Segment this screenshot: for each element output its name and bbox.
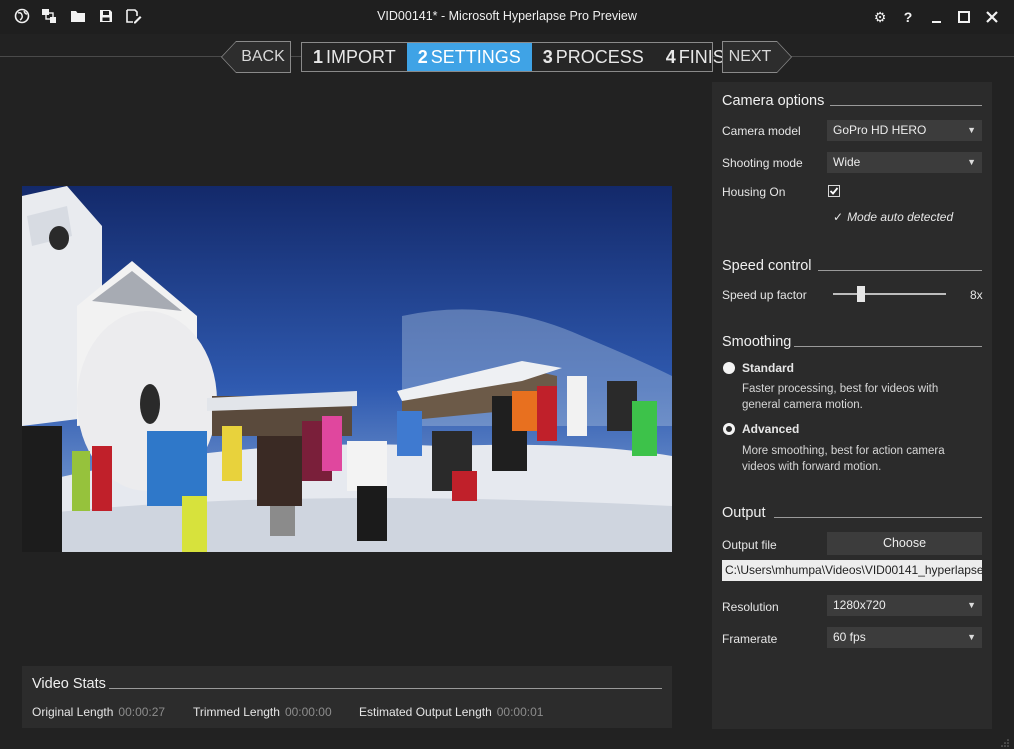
checkmark-icon [829,187,839,195]
advanced-label: Advanced [742,422,800,436]
camera-model-dropdown[interactable]: GoPro HD HERO ▼ [827,120,982,141]
resolution-label: Resolution [722,600,779,614]
divider [818,270,982,271]
speed-control-title: Speed control [722,258,812,274]
camera-model-value: GoPro HD HERO [833,123,927,137]
step-number: 4 [665,47,676,67]
maximize-icon[interactable] [954,7,974,27]
housing-on-checkbox[interactable] [828,185,840,197]
divider [774,517,982,518]
camera-options-title: Camera options [722,93,825,109]
estimated-output-length-stat: Estimated Output Length 00:00:01 [359,705,543,719]
estimated-output-length-value: 00:00:01 [496,705,544,719]
shooting-mode-value: Wide [833,155,861,169]
resolution-value: 1280x720 [833,598,886,612]
smoothing-title: Smoothing [722,334,792,350]
output-title: Output [722,505,766,521]
close-icon[interactable] [982,7,1002,27]
speed-slider-track[interactable] [833,293,946,295]
settings-panel: Camera options Camera model GoPro HD HER… [712,82,992,729]
trimmed-length-value: 00:00:00 [284,705,332,719]
choose-button[interactable]: Choose [827,532,982,555]
chevron-down-icon: ▼ [967,600,976,610]
step-number: 3 [542,47,553,67]
divider [109,688,662,689]
resize-grip-icon[interactable] [1000,735,1010,747]
help-icon[interactable]: ? [898,7,918,27]
chevron-down-icon: ▼ [967,125,976,135]
estimated-output-length-label: Estimated Output Length [359,705,492,719]
step-label: IMPORT [326,47,396,67]
output-file-path-field[interactable]: C:\Users\mhumpa\Videos\VID00141_hyperlap… [722,560,982,581]
advanced-description: More smoothing, best for action camera v… [742,445,945,473]
step-tab-process[interactable]: 3 PROCESS [532,43,655,71]
resolution-dropdown[interactable]: 1280x720 ▼ [827,595,982,616]
step-label: PROCESS [555,47,644,67]
trimmed-length-label: Trimmed Length [193,705,280,719]
settings-gear-icon[interactable]: ⚙ [870,7,890,27]
divider [830,105,982,106]
framerate-label: Framerate [722,632,778,646]
framerate-value: 60 fps [833,630,866,644]
speed-up-factor-label: Speed up factor [722,288,807,302]
step-tabs: 1 IMPORT 2 SETTINGS 3 PROCESS 4 FINISH [301,42,738,72]
divider [794,346,982,347]
shooting-mode-dropdown[interactable]: Wide ▼ [827,152,982,173]
video-stats-panel: Video Stats Original Length 00:00:27 Trim… [22,666,672,728]
back-button[interactable]: BACK [222,42,290,72]
step-number: 2 [417,47,428,67]
output-file-label: Output file [722,538,777,552]
video-frame-image [22,186,672,552]
standard-label: Standard [742,361,795,375]
window-title: VID00141* - Microsoft Hyperlapse Pro Pre… [377,9,637,23]
step-tab-settings[interactable]: 2 SETTINGS [406,43,532,71]
standard-description: Faster processing, best for videos with … [742,383,939,411]
step-number: 1 [313,47,324,67]
shooting-mode-label: Shooting mode [722,156,803,170]
camera-model-label: Camera model [722,124,801,138]
standard-radio[interactable] [723,362,735,374]
framerate-dropdown[interactable]: 60 fps ▼ [827,627,982,648]
speed-slider-thumb[interactable] [857,286,866,302]
auto-detected-note: ✓ Mode auto detected [833,210,953,224]
step-tab-import[interactable]: 1 IMPORT [302,43,407,71]
minimize-icon[interactable] [926,7,946,27]
video-preview[interactable] [22,186,672,552]
video-stats-title: Video Stats [32,676,106,692]
next-button[interactable]: NEXT [723,42,791,72]
trimmed-length-stat: Trimmed Length 00:00:00 [193,705,332,719]
original-length-label: Original Length [32,705,114,719]
advanced-radio[interactable] [723,423,735,435]
chevron-down-icon: ▼ [967,632,976,642]
housing-on-label: Housing On [722,185,786,199]
auto-detected-text: Mode auto detected [847,210,954,224]
original-length-stat: Original Length 00:00:27 [32,705,165,719]
step-label: SETTINGS [430,47,521,67]
chevron-down-icon: ▼ [967,157,976,167]
original-length-value: 00:00:27 [118,705,166,719]
checkmark-icon: ✓ [833,210,844,224]
speed-up-factor-value: 8x [970,288,983,302]
